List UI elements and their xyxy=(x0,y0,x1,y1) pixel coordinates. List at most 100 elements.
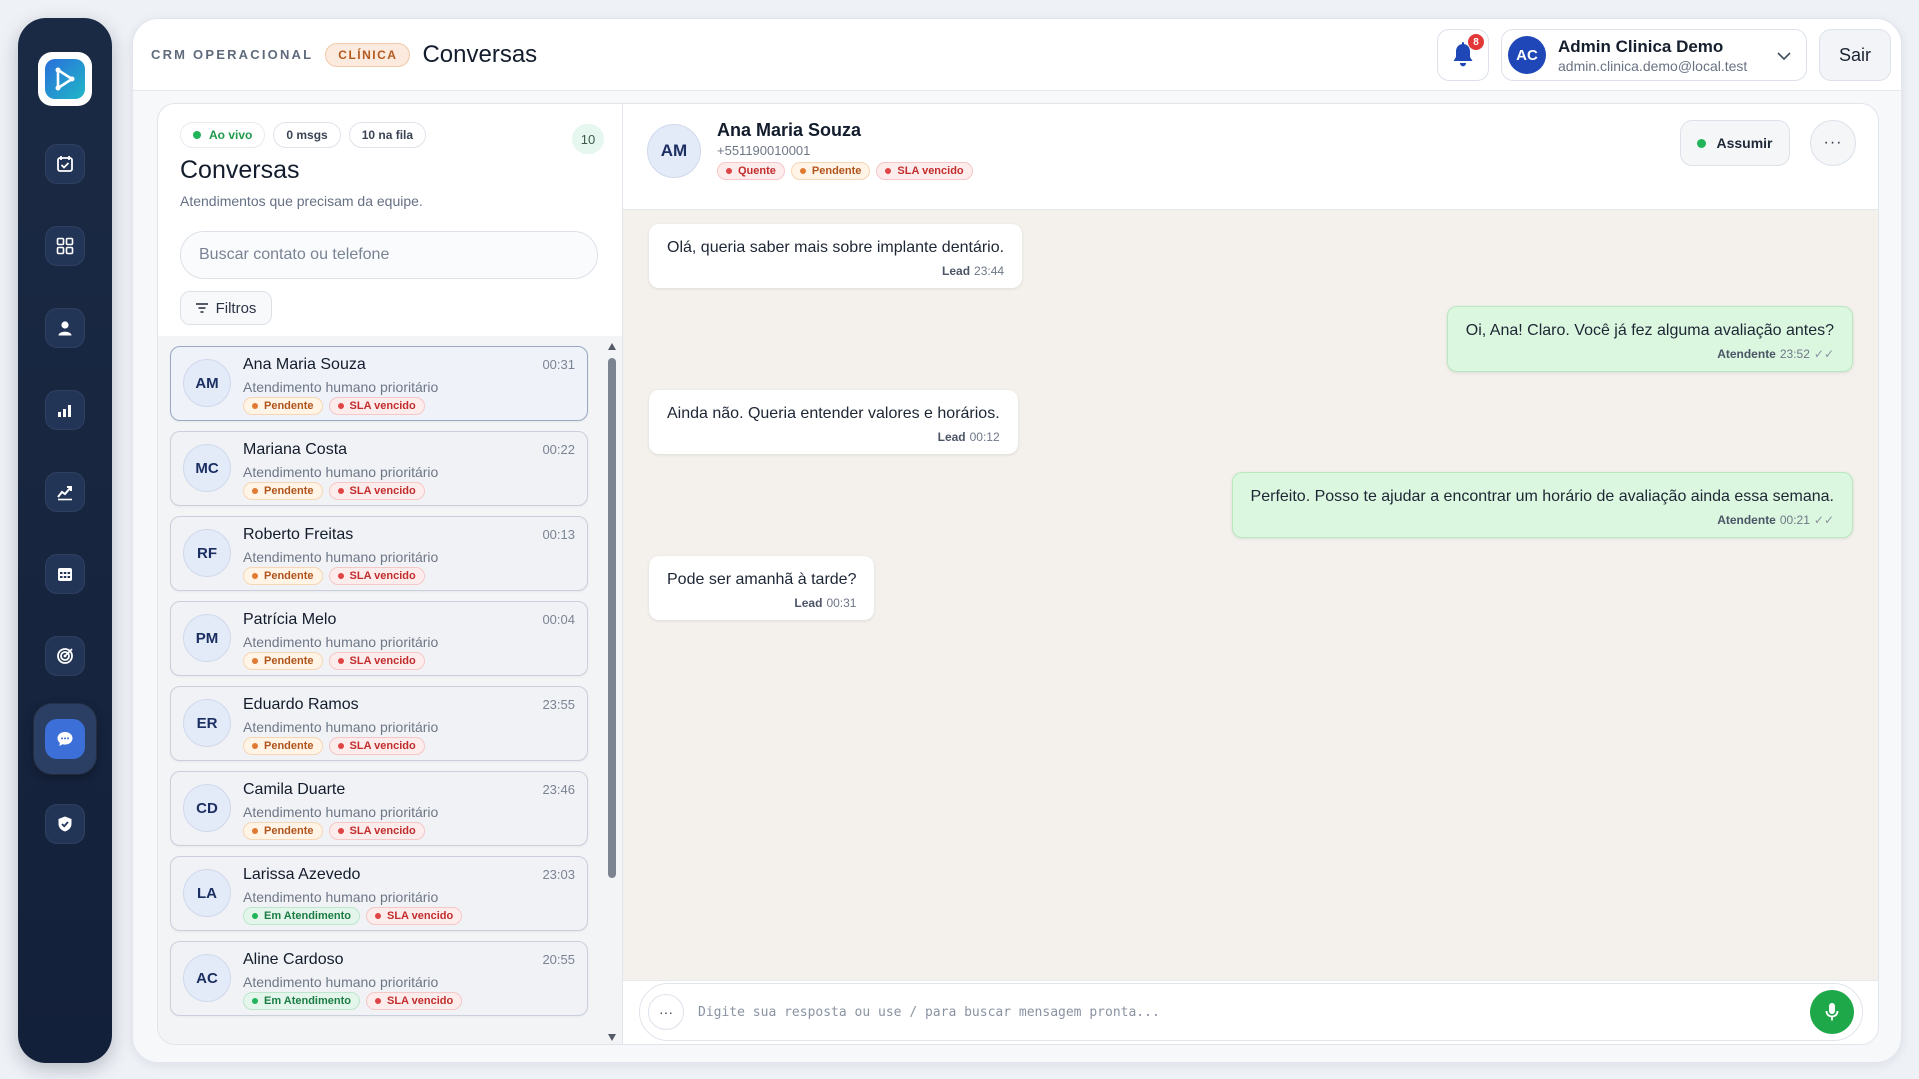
status-label: Pendente xyxy=(264,485,314,497)
sla-badge: SLA vencido xyxy=(876,162,973,180)
avatar: AC xyxy=(183,954,231,1002)
message-author: Atendente xyxy=(1717,347,1776,361)
conversation-item[interactable]: MC Mariana Costa 00:22 Atendimento human… xyxy=(170,431,588,506)
conversation-list[interactable]: AM Ana Maria Souza 00:31 Atendimento hum… xyxy=(158,336,622,1044)
conversation-time: 00:22 xyxy=(542,442,575,457)
microphone-icon xyxy=(1825,1003,1839,1021)
sla-badge: SLA vencido xyxy=(328,652,425,670)
chat-bubble-icon xyxy=(57,732,73,746)
status-badge: Pendente xyxy=(243,397,323,415)
nav-schedule[interactable] xyxy=(45,554,85,594)
composer-more-button[interactable]: ··· xyxy=(648,994,684,1030)
contact-name: Patrícia Melo xyxy=(243,611,337,628)
filters-label: Filtros xyxy=(215,299,257,317)
nav-contacts[interactable] xyxy=(45,308,85,348)
status-label: Em Atendimento xyxy=(264,995,351,1007)
avatar: RF xyxy=(183,529,231,577)
live-chip: Ao vivo xyxy=(180,122,266,148)
contact-name: Camila Duarte xyxy=(243,781,346,798)
conversation-item[interactable]: AM Ana Maria Souza 00:31 Atendimento hum… xyxy=(170,346,588,421)
more-options-button[interactable]: ··· xyxy=(1810,120,1856,166)
message-meta: Lead 00:31 xyxy=(667,596,856,610)
status-badge: Pendente xyxy=(243,822,323,840)
conversation-subtitle: Atendimento humano prioritário xyxy=(243,804,439,820)
conversation-item[interactable]: LA Larissa Azevedo 23:03 Atendimento hum… xyxy=(170,856,588,931)
logout-button[interactable]: Sair xyxy=(1819,29,1891,81)
hot-label: Quente xyxy=(738,165,776,177)
conversation-time: 00:13 xyxy=(542,527,575,542)
conversation-tags: Pendente SLA vencido xyxy=(243,482,431,500)
nav-dashboard[interactable] xyxy=(45,226,85,266)
conversation-item[interactable]: PM Patrícia Melo 00:04 Atendimento human… xyxy=(170,601,588,676)
contact-name: Mariana Costa xyxy=(243,441,348,458)
filters-button[interactable]: Filtros xyxy=(180,291,272,325)
user-info: Admin Clinica Demo admin.clinica.demo@lo… xyxy=(1558,37,1747,74)
assume-button[interactable]: Assumir xyxy=(1680,120,1790,166)
user-email: admin.clinica.demo@local.test xyxy=(1558,57,1748,74)
conversation-item[interactable]: ER Eduardo Ramos 23:55 Atendimento human… xyxy=(170,686,588,761)
nav-reports[interactable] xyxy=(45,390,85,430)
message-text: Pode ser amanhã à tarde? xyxy=(667,571,857,588)
shield-icon xyxy=(58,816,72,832)
read-check-icon: ✓✓ xyxy=(1813,347,1834,361)
message-time: 23:44 xyxy=(974,264,1005,278)
conversation-subtitle: Atendimento humano prioritário xyxy=(243,889,439,905)
search-input[interactable] xyxy=(180,231,598,279)
calendar-grid-icon xyxy=(58,568,72,581)
section-badge: CLÍNICA xyxy=(325,42,411,67)
scroll-thumb[interactable] xyxy=(608,358,616,878)
avatar: AC xyxy=(1508,36,1546,74)
user-name: Admin Clinica Demo xyxy=(1558,36,1724,56)
status-badge: Pendente xyxy=(243,737,323,755)
avatar: AM xyxy=(183,359,231,407)
logo-icon xyxy=(45,59,85,99)
app-logo[interactable] xyxy=(38,52,92,106)
nav-calendar-check[interactable] xyxy=(45,144,85,184)
status-label: Pendente xyxy=(811,165,862,177)
message-bubble-incoming: Ainda não. Queria entender valores e hor… xyxy=(649,390,1018,454)
scroll-down-icon[interactable] xyxy=(607,1032,617,1042)
conversation-item[interactable]: RF Roberto Freitas 00:13 Atendimento hum… xyxy=(170,516,588,591)
sla-badge: SLA vencido xyxy=(366,992,463,1010)
conversation-item[interactable]: CD Camila Duarte 23:46 Atendimento human… xyxy=(170,771,588,846)
nav-conversations[interactable] xyxy=(34,704,96,774)
sla-label: SLA vencido xyxy=(349,485,416,497)
message-thread: Olá, queria saber mais sobre implante de… xyxy=(623,210,1878,966)
user-icon xyxy=(58,321,72,336)
status-badge: Pendente xyxy=(243,482,323,500)
main-frame: CRM OPERACIONAL CLÍNICA Conversas 8 AC A… xyxy=(132,18,1902,1063)
message-meta: Atendente 00:21 ✓✓ xyxy=(1251,513,1834,527)
sla-badge: SLA vencido xyxy=(328,397,425,415)
list-scrollbar[interactable] xyxy=(606,342,618,1042)
nav-conversations-bubble xyxy=(45,719,85,759)
header-actions: 8 AC Admin Clinica Demo admin.clinica.de… xyxy=(1437,29,1891,81)
conversation-count-badge: 10 xyxy=(572,124,604,154)
notifications-button[interactable]: 8 xyxy=(1437,29,1489,81)
contact-name: Eduardo Ramos xyxy=(243,696,359,713)
nav-security[interactable] xyxy=(45,804,85,844)
sla-label: SLA vencido xyxy=(349,570,416,582)
message-meta: Lead 23:44 xyxy=(667,264,1004,278)
sla-badge: SLA vencido xyxy=(328,737,425,755)
conversation-time: 00:04 xyxy=(542,612,575,627)
top-header: CRM OPERACIONAL CLÍNICA Conversas 8 AC A… xyxy=(133,19,1901,91)
nav-analytics[interactable] xyxy=(45,472,85,512)
status-badge: Pendente xyxy=(243,652,323,670)
message-meta: Atendente 23:52 ✓✓ xyxy=(1466,347,1834,361)
scroll-up-icon[interactable] xyxy=(607,342,617,352)
conversation-item[interactable]: AC Aline Cardoso 20:55 Atendimento human… xyxy=(170,941,588,1016)
user-menu[interactable]: AC Admin Clinica Demo admin.clinica.demo… xyxy=(1501,29,1807,81)
sla-badge: SLA vencido xyxy=(328,482,425,500)
chat-header: AM Ana Maria Souza +551190010001 Quente … xyxy=(623,104,1878,210)
message-input[interactable] xyxy=(698,994,1810,1030)
message-bubble-incoming: Olá, queria saber mais sobre implante de… xyxy=(649,224,1023,288)
sla-label: SLA vencido xyxy=(897,165,964,177)
avatar: PM xyxy=(183,614,231,662)
conversation-subtitle: Atendimento humano prioritário xyxy=(243,549,439,565)
status-badge: Em Atendimento xyxy=(243,907,360,925)
avatar: LA xyxy=(183,869,231,917)
microphone-button[interactable] xyxy=(1810,990,1854,1034)
live-dot-icon xyxy=(193,131,201,139)
messages-chip: 0 msgs xyxy=(273,122,341,148)
nav-goals[interactable] xyxy=(45,636,85,676)
